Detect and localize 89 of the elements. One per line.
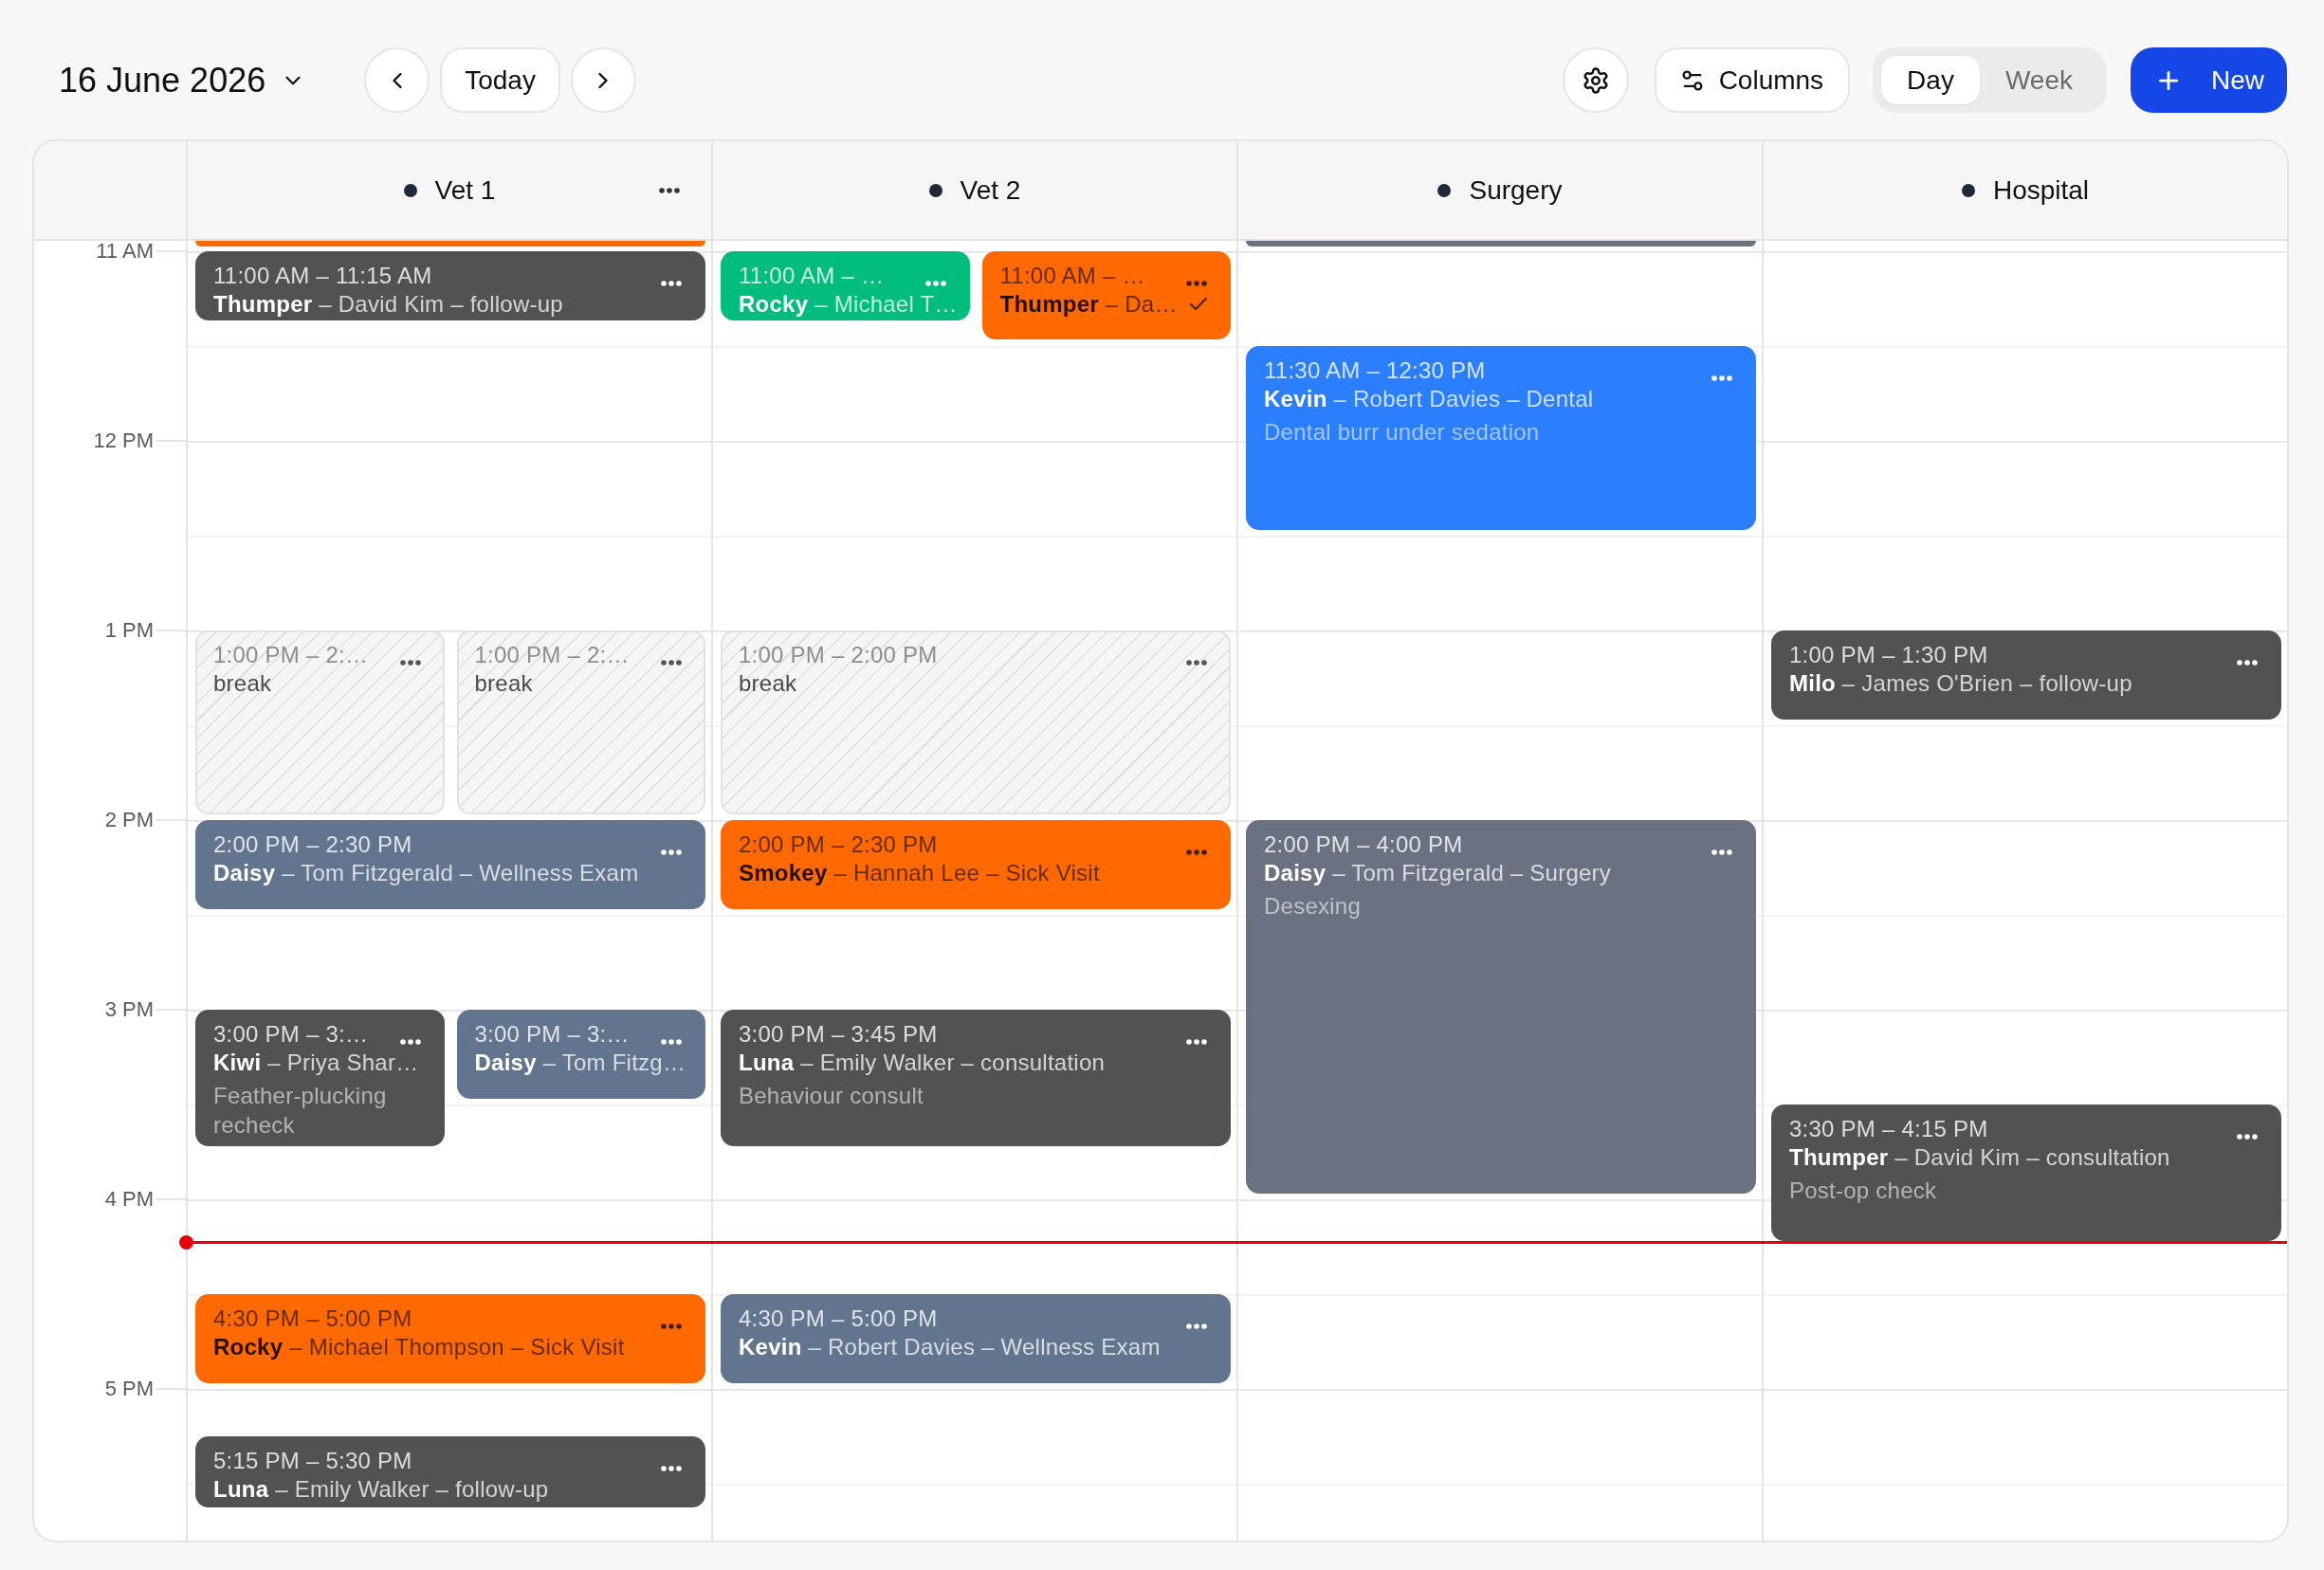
appointment-card[interactable]: 5:15 PM – 5:30 PM Luna – Emily Walker – follow-up [195,1436,705,1507]
break-block[interactable]: 1:00 PM – 2:… break [195,630,445,814]
date-picker[interactable]: 16 June 2026 [59,54,306,106]
appointment-title: Daisy – Tom Fitzg… [474,1049,686,1077]
column-title: Surgery [1469,173,1563,207]
appointment-note: Behaviour consult [739,1082,924,1110]
view-tab[interactable]: Week [1979,56,2098,104]
column-title: Vet 1 [434,173,496,207]
appointment-title: Smokey – Hannah Lee – Sick Visit [739,859,1100,887]
appointment-note: Post-op check [1789,1177,1938,1205]
column-title: Vet 2 [960,173,1021,207]
break-label: break [474,669,533,698]
time-label: 11 AM [96,241,154,265]
time-label: 1 PM [104,617,154,644]
appointment-card[interactable]: 11:30 AM – 12:30 PM Kevin – Robert Davies – Dental Dental burr under sedation [1246,346,1756,530]
more-icon[interactable] [2237,660,2258,666]
time-label: 2 PM [104,807,154,833]
appointment-time: 3:00 PM – 3:45 PM [739,1020,938,1049]
more-icon[interactable] [399,660,421,666]
time-label: 12 PM [93,428,154,454]
today-button[interactable]: Today [440,47,560,113]
break-time: 1:00 PM – 2:00 PM [739,641,938,669]
appointment-card[interactable]: 2:00 PM – 2:30 PM Daisy – Tom Fitzgerald – Wellness Exam [195,820,705,909]
appointment-time: 3:00 PM – 3:… [474,1020,630,1049]
more-icon[interactable] [1186,1039,1207,1045]
break-block[interactable]: 1:00 PM – 2:… break [456,630,705,814]
appointment-time: 4:30 PM – 5:00 PM [739,1305,938,1333]
more-icon[interactable] [399,1039,421,1045]
appointment-card[interactable]: 4:30 PM – 5:00 PM Rocky – Michael Thompson – Sick Visit [195,1294,705,1383]
more-icon[interactable] [661,660,682,666]
appointment-card[interactable]: 3:00 PM – 3:45 PM Luna – Emily Walker – consultation Behaviour consult [721,1010,1231,1146]
more-icon[interactable] [661,1466,682,1471]
more-icon[interactable] [1186,660,1207,666]
appointment-card[interactable]: 3:00 PM – 3:… Kiwi – Priya Shar… Feather-plucking recheck [195,1010,445,1146]
appointment-time: 4:30 PM – 5:00 PM [213,1305,412,1333]
break-label: break [739,669,797,698]
appointment-title: Rocky – Michael Thompson – Sick Visit [213,1333,625,1361]
appointment-title: Thumper – David Kim – follow-up [213,290,563,319]
appointment-note: Feather-plucking recheck [213,1082,388,1140]
appointment-card[interactable]: 2:00 PM – 2:30 PM Smokey – Hannah Lee – Sick Visit [721,820,1231,909]
more-icon[interactable] [659,188,680,193]
appointment-card[interactable]: 3:30 PM – 4:15 PM Thumper – David Kim – consultation Post-op check [1771,1104,2281,1241]
appointment-time: 11:00 AM – … [739,262,885,290]
more-icon[interactable] [2237,1134,2258,1140]
appointment-title: Kevin – Robert Davies – Wellness Exam [739,1333,1161,1361]
appointment-card[interactable]: 11:00 AM – 11:15 AM Thumper – David Kim – follow-up [195,251,705,320]
appointment-time: 11:30 AM – 12:30 PM [1264,356,1486,385]
appointment-time: 11:00 AM – 11:15 AM [213,262,432,290]
break-block[interactable]: 1:00 PM – 2:00 PM break [721,630,1231,814]
appointment-title: Thumper – Da… [999,290,1178,319]
appointment-title: Luna – Emily Walker – follow-up [213,1475,549,1504]
appointment-time: 1:00 PM – 1:30 PM [1789,641,1988,669]
appointment-time: 3:00 PM – 3:… [213,1020,369,1049]
break-time: 1:00 PM – 2:… [474,641,630,669]
appointment-card[interactable]: 4:30 PM – 5:00 PM Kevin – Robert Davies – Wellness Exam [721,1294,1231,1383]
appointment-card[interactable]: 3:00 PM – 3:… Daisy – Tom Fitzg… [456,1010,705,1099]
break-label: break [213,669,272,698]
appointment-title: Daisy – Tom Fitzgerald – Wellness Exam [213,859,639,887]
appointment-title: Luna – Emily Walker – consultation [739,1049,1106,1077]
appointment-title: Thumper – David Kim – consultation [1789,1143,2170,1172]
appointment-time: 2:00 PM – 4:00 PM [1264,831,1463,859]
appointment-time: 11:00 AM – … [999,262,1145,290]
more-icon[interactable] [661,1324,682,1329]
appointment-title: Kevin – Robert Davies – Dental [1264,385,1594,413]
column-title: Hospital [1992,173,2090,207]
settings-icon [1581,65,1610,95]
more-icon[interactable] [661,281,682,286]
appointment-note: Desexing [1264,892,1362,921]
appointment-title: Milo – James O'Brien – follow-up [1789,669,2132,698]
time-label: 5 PM [104,1376,154,1402]
time-label: 3 PM [104,996,154,1023]
columns-button[interactable]: Columns [1654,47,1851,113]
appointment-card[interactable]: 11:00 AM – … Thumper – Da… [981,251,1231,339]
view-tab[interactable]: Day [1881,56,1980,104]
appointment-title: Kiwi – Priya Shar… [213,1049,419,1077]
more-icon[interactable] [1186,849,1207,855]
appointment-time: 3:30 PM – 4:15 PM [1789,1115,1988,1143]
appointment-card[interactable]: 1:00 PM – 1:30 PM Milo – James O'Brien – follow-up [1771,630,2281,720]
more-icon[interactable] [1186,281,1207,286]
break-time: 1:00 PM – 2:… [213,641,369,669]
new-button[interactable]: New [2131,47,2287,113]
appointment-time: 5:15 PM – 5:30 PM [213,1447,412,1475]
time-label: 4 PM [104,1186,154,1213]
appointment-time: 2:00 PM – 2:30 PM [739,831,938,859]
appointment-title: Daisy – Tom Fitzgerald – Surgery [1264,859,1612,887]
appointment-card[interactable]: 2:00 PM – 4:00 PM Daisy – Tom Fitzgerald – Surgery Desexing [1246,820,1756,1194]
appointment-note: Dental burr under sedation [1264,418,1541,447]
appointment-title: Rocky – Michael T… [739,290,958,319]
appointment-time: 2:00 PM – 2:30 PM [213,831,412,859]
